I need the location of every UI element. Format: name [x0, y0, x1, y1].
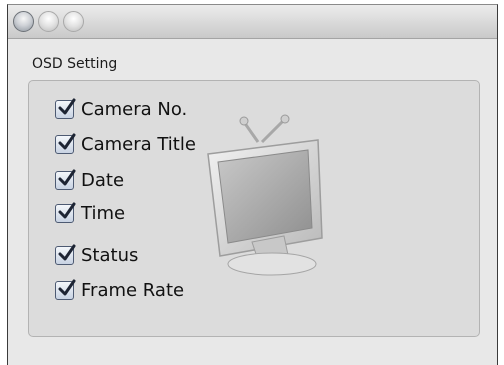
checkmark-icon	[58, 279, 76, 295]
close-button[interactable]	[13, 11, 34, 32]
checkmark-icon	[58, 98, 76, 114]
option-camera-no[interactable]: Camera No.	[55, 97, 187, 121]
time-label: Time	[81, 202, 126, 224]
frame-rate-label: Frame Rate	[81, 279, 185, 301]
minimize-button[interactable]	[38, 11, 59, 32]
option-camera-title[interactable]: Camera Title	[55, 132, 196, 156]
camera-title-checkbox[interactable]	[55, 133, 76, 154]
date-label: Date	[81, 169, 125, 191]
camera-no-checkbox[interactable]	[55, 98, 76, 119]
status-label: Status	[81, 244, 139, 266]
date-checkbox[interactable]	[55, 169, 76, 190]
checkmark-icon	[58, 133, 76, 149]
checkmark-icon	[58, 169, 76, 185]
status-checkbox[interactable]	[55, 244, 76, 265]
checkmark-icon	[58, 202, 76, 218]
camera-no-label: Camera No.	[81, 98, 188, 120]
camera-title-label: Camera Title	[81, 133, 196, 155]
tv-monitor-icon	[207, 114, 323, 276]
checkmark-icon	[58, 244, 76, 260]
title-bar	[8, 5, 497, 39]
option-date[interactable]: Date	[55, 168, 124, 192]
option-time[interactable]: Time	[55, 201, 125, 225]
frame-rate-checkbox[interactable]	[55, 279, 76, 300]
zoom-button[interactable]	[63, 11, 84, 32]
option-frame-rate[interactable]: Frame Rate	[55, 278, 184, 302]
option-status[interactable]: Status	[55, 243, 138, 267]
osd-setting-title: OSD Setting	[32, 56, 118, 72]
time-checkbox[interactable]	[55, 202, 76, 223]
